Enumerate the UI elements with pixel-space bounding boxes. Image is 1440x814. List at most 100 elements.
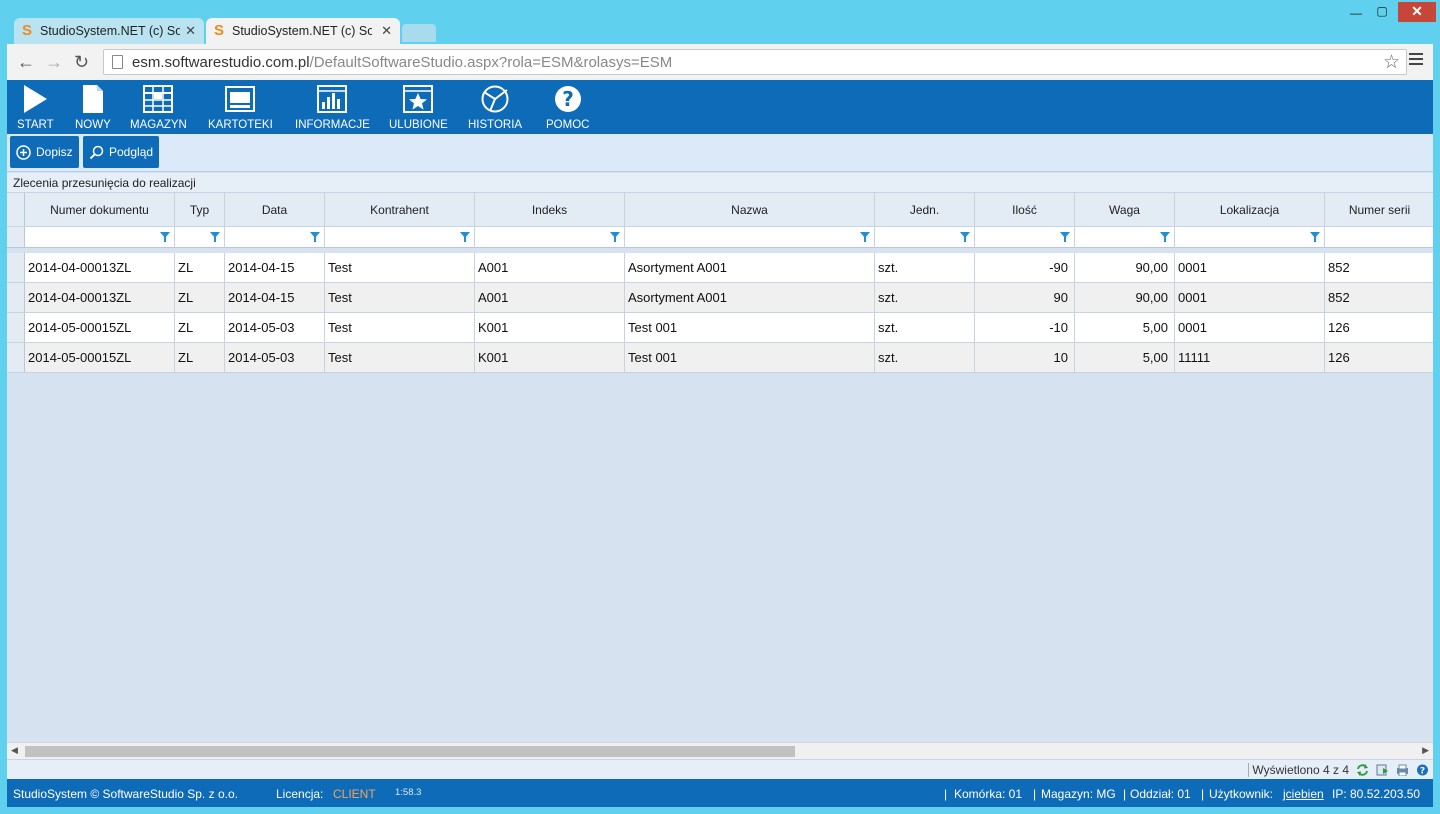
table-cell: 90: [975, 283, 1075, 312]
column-header[interactable]: Numer serii: [1325, 193, 1433, 226]
row-selector[interactable]: [7, 253, 25, 282]
filter-funnel-icon[interactable]: [210, 232, 220, 242]
column-filter-input[interactable]: [1175, 227, 1325, 248]
print-icon[interactable]: [1396, 764, 1409, 777]
filter-funnel-icon[interactable]: [610, 232, 620, 242]
maximize-icon[interactable]: ▢: [1372, 4, 1392, 18]
table-cell: 2014-04-00013ZL: [25, 283, 175, 312]
column-header[interactable]: Nazwa: [625, 193, 875, 226]
column-header[interactable]: Waga: [1075, 193, 1175, 226]
table-cell: 0001: [1175, 313, 1325, 342]
studiosystem-logo-icon: S: [22, 22, 33, 39]
back-arrow-icon[interactable]: ←: [17, 52, 35, 73]
filter-funnel-icon[interactable]: [1060, 232, 1070, 242]
row-selector[interactable]: [7, 343, 25, 372]
scroll-right-icon[interactable]: ▶: [1422, 745, 1429, 756]
url-input[interactable]: esm.softwarestudio.com.pl/DefaultSoftwar…: [103, 49, 1407, 75]
close-icon[interactable]: ✕: [185, 23, 196, 39]
column-filter-input[interactable]: [25, 227, 175, 248]
column-header[interactable]: Indeks: [475, 193, 625, 226]
records-shown-text: Wyświetlono 4 z 4: [1248, 763, 1349, 777]
column-header[interactable]: Kontrahent: [325, 193, 475, 226]
new-tab-button[interactable]: [402, 24, 436, 42]
filter-funnel-icon[interactable]: [160, 232, 170, 242]
table-cell: Test: [325, 343, 475, 372]
help-small-icon[interactable]: ?: [1416, 764, 1429, 777]
user-link[interactable]: jciebien: [1283, 787, 1324, 801]
filter-selector-cell: [7, 227, 25, 248]
window-close-icon[interactable]: ✕: [1398, 2, 1436, 22]
bookmark-star-icon[interactable]: ☆: [1383, 51, 1400, 74]
column-filter-input[interactable]: [875, 227, 975, 248]
table-cell: 126: [1325, 313, 1433, 342]
column-header[interactable]: Typ: [175, 193, 225, 226]
horizontal-scrollbar[interactable]: ◀ ▶: [7, 742, 1433, 759]
column-filter-input[interactable]: [975, 227, 1075, 248]
table-row[interactable]: 2014-04-00013ZL ZL 2014-04-15 Test A001 Asort…: [7, 283, 1433, 313]
studiosystem-logo-icon: S: [214, 22, 225, 39]
column-filter-input[interactable]: [175, 227, 225, 248]
toolbar-info[interactable]: INFORMACJE: [295, 84, 370, 131]
url-path: /DefaultSoftwareStudio.aspx?rola=ESM&rol…: [309, 54, 673, 71]
toolbar-favourites[interactable]: ULUBIONE: [389, 84, 448, 131]
toolbar-history[interactable]: HISTORIA: [468, 84, 522, 131]
table-row[interactable]: 2014-04-00013ZL ZL 2014-04-15 Test A001 Asort…: [7, 253, 1433, 283]
table-cell: ZL: [175, 283, 225, 312]
add-button[interactable]: Dopisz: [10, 136, 79, 168]
column-filter-input[interactable]: [1075, 227, 1175, 248]
toolbar-start[interactable]: START: [17, 84, 54, 131]
row-selector[interactable]: [7, 313, 25, 342]
column-header[interactable]: Lokalizacja: [1175, 193, 1325, 226]
toolbar-label: POMOC: [546, 119, 590, 131]
preview-button[interactable]: Podgląd: [83, 136, 159, 168]
browser-menu-icon[interactable]: [1409, 53, 1423, 68]
main-toolbar: START NOWY MAGAZYN KARTOTEKI INFORMACJE: [7, 80, 1433, 134]
column-header[interactable]: Jedn.: [875, 193, 975, 226]
filter-funnel-icon[interactable]: [1160, 232, 1170, 242]
row-selector[interactable]: [7, 283, 25, 312]
toolbar-label: HISTORIA: [468, 119, 523, 131]
column-filter-input[interactable]: [325, 227, 475, 248]
table-row[interactable]: 2014-05-00015ZL ZL 2014-05-03 Test K001 Test …: [7, 313, 1433, 343]
column-filter-input[interactable]: [225, 227, 325, 248]
browser-tab-1[interactable]: S StudioSystem.NET (c) Soft ✕: [14, 18, 204, 44]
page-icon: [112, 55, 123, 69]
table-cell: 10: [975, 343, 1075, 372]
filter-funnel-icon[interactable]: [960, 232, 970, 242]
toolbar-warehouse[interactable]: MAGAZYN: [130, 84, 187, 131]
table-cell: 0001: [1175, 283, 1325, 312]
url-host: esm.softwarestudio.com.pl: [132, 54, 310, 71]
export-icon[interactable]: [1376, 764, 1389, 776]
filter-funnel-icon[interactable]: [310, 232, 320, 242]
browser-tab-2[interactable]: S StudioSystem.NET (c) Soft ✕: [206, 18, 400, 44]
table-cell: -10: [975, 313, 1075, 342]
column-header[interactable]: Numer dokumentu: [25, 193, 175, 226]
divider: |: [1123, 787, 1127, 801]
toolbar-help[interactable]: ? POMOC: [546, 84, 589, 131]
reload-icon[interactable]: ↻: [74, 52, 89, 73]
refresh-icon[interactable]: [1356, 764, 1369, 776]
scroll-left-icon[interactable]: ◀: [11, 745, 18, 756]
table-cell: K001: [475, 343, 625, 372]
filter-funnel-icon[interactable]: [460, 232, 470, 242]
column-filter-input[interactable]: [1325, 227, 1433, 248]
browser-chrome: S StudioSystem.NET (c) Soft ✕ S StudioSy…: [0, 0, 1440, 44]
close-icon[interactable]: ✕: [381, 23, 392, 39]
column-filter-input[interactable]: [625, 227, 875, 248]
play-icon: [20, 84, 50, 114]
filter-funnel-icon[interactable]: [860, 232, 870, 242]
scrollbar-thumb[interactable]: [25, 746, 795, 757]
toolbar-cards[interactable]: KARTOTEKI: [208, 84, 273, 131]
column-header[interactable]: Ilość: [975, 193, 1075, 226]
forward-arrow-icon[interactable]: →: [45, 52, 63, 73]
license-label: Licencja:: [276, 787, 324, 801]
toolbar-new[interactable]: NOWY: [75, 84, 111, 131]
table-row[interactable]: 2014-05-00015ZL ZL 2014-05-03 Test K001 Test …: [7, 343, 1433, 373]
column-header[interactable]: Data: [225, 193, 325, 226]
chart-icon: [317, 84, 348, 114]
column-filter-input[interactable]: [475, 227, 625, 248]
filter-funnel-icon[interactable]: [1310, 232, 1320, 242]
minimize-icon[interactable]: —: [1346, 6, 1366, 20]
table-cell: K001: [475, 313, 625, 342]
table-cell: szt.: [875, 313, 975, 342]
